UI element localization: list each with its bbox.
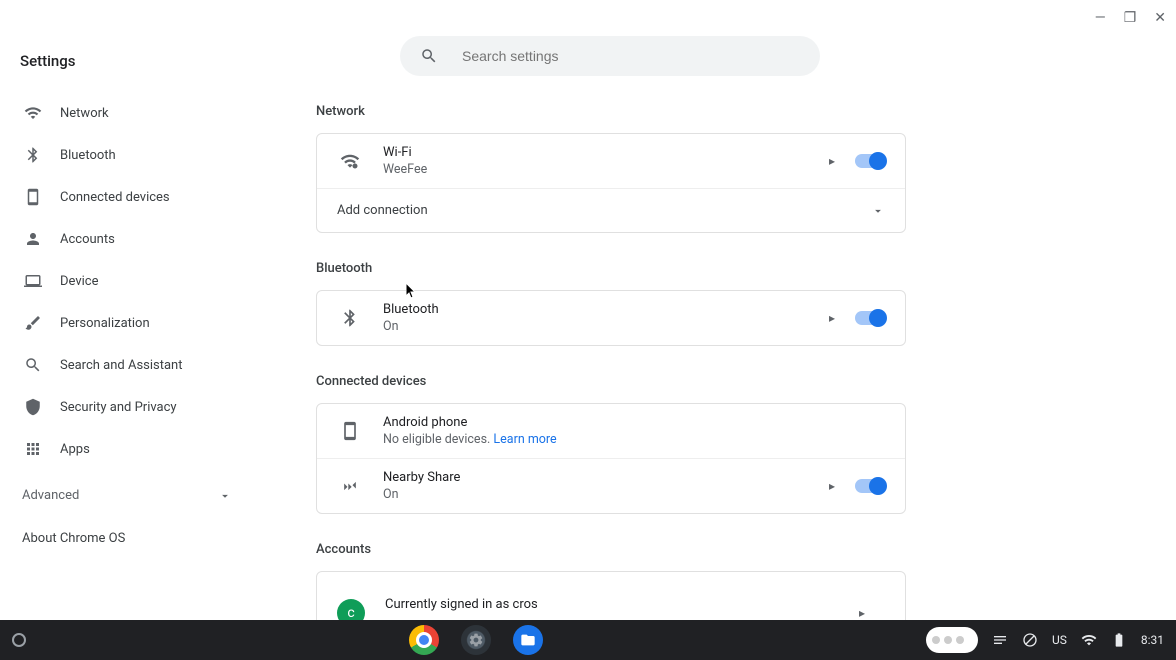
laptop-icon — [24, 272, 42, 290]
battery-icon — [1111, 632, 1127, 648]
window-controls: — ❐ ✕ — [1095, 10, 1166, 26]
android-label: Android phone — [383, 415, 885, 430]
add-connection-label: Add connection — [337, 203, 428, 218]
sidebar-item-apps[interactable]: Apps — [18, 428, 242, 470]
sidebar-item-personalization[interactable]: Personalization — [18, 302, 242, 344]
chevron-right-icon: ▸ — [829, 154, 835, 168]
wifi-label: Wi-Fi — [383, 145, 809, 160]
wifi-toggle[interactable] — [855, 154, 885, 168]
bluetooth-icon — [337, 308, 363, 328]
page-title: Settings — [18, 40, 242, 92]
connected-card: Android phone No eligible devices. Learn… — [316, 403, 906, 514]
sidebar-item-search-assistant[interactable]: Search and Assistant — [18, 344, 242, 386]
android-phone-row[interactable]: Android phone No eligible devices. Learn… — [317, 404, 905, 458]
clock: 8:31 — [1141, 633, 1164, 647]
sidebar-item-security-privacy[interactable]: Security and Privacy — [18, 386, 242, 428]
apps-icon — [24, 440, 42, 458]
launcher-icon[interactable] — [12, 633, 26, 647]
bluetooth-card: Bluetooth On ▸ — [316, 290, 906, 346]
nearby-label: Nearby Share — [383, 470, 809, 485]
maximize-icon[interactable]: ❐ — [1124, 10, 1137, 26]
nav-label: Search and Assistant — [60, 358, 183, 373]
files-app-icon[interactable] — [513, 625, 543, 655]
bluetooth-icon — [24, 146, 42, 164]
phone-icon — [337, 421, 363, 441]
sidebar-item-bluetooth[interactable]: Bluetooth — [18, 134, 242, 176]
sidebar-item-accounts[interactable]: Accounts — [18, 218, 242, 260]
search-bar[interactable] — [400, 36, 820, 76]
bluetooth-label: Bluetooth — [383, 302, 809, 317]
current-account-label: Currently signed in as cros — [385, 597, 839, 612]
nav-label: Device — [60, 274, 99, 289]
chevron-right-icon: ▸ — [859, 606, 865, 620]
nav-label: Connected devices — [60, 190, 170, 205]
wifi-row[interactable]: Wi-Fi WeeFee ▸ — [317, 134, 905, 188]
nav-label: Apps — [60, 442, 90, 457]
brush-icon — [24, 314, 42, 332]
advanced-toggle[interactable]: Advanced — [18, 474, 242, 517]
advanced-label: Advanced — [22, 488, 79, 503]
about-chrome-os[interactable]: About Chrome OS — [18, 517, 242, 560]
chevron-down-icon — [871, 204, 885, 218]
music-icon[interactable] — [992, 632, 1008, 648]
wifi-status: WeeFee — [383, 162, 809, 177]
chevron-right-icon: ▸ — [829, 311, 835, 325]
status-pill[interactable] — [926, 627, 978, 653]
nav-label: Personalization — [60, 316, 150, 331]
add-connection-row[interactable]: Add connection — [317, 188, 905, 232]
bluetooth-toggle[interactable] — [855, 311, 885, 325]
phone-icon — [24, 188, 42, 206]
learn-more-link[interactable]: Learn more — [493, 432, 556, 447]
nav-label: Security and Privacy — [60, 400, 177, 415]
system-tray[interactable]: US 8:31 — [926, 627, 1164, 653]
bluetooth-row[interactable]: Bluetooth On ▸ — [317, 291, 905, 345]
wifi-tray-icon — [1081, 632, 1097, 648]
nearby-toggle[interactable] — [855, 479, 885, 493]
accounts-card: c Currently signed in as cros ▸ — [316, 571, 906, 627]
chrome-app-icon[interactable] — [409, 625, 439, 655]
shelf: US 8:31 — [0, 620, 1176, 660]
section-title-accounts: Accounts — [316, 542, 906, 557]
dnd-icon[interactable] — [1022, 632, 1038, 648]
nearby-share-row[interactable]: Nearby Share On ▸ — [317, 458, 905, 513]
search-input[interactable] — [462, 48, 800, 64]
nav-label: Network — [60, 106, 109, 121]
person-icon — [24, 230, 42, 248]
android-status: No eligible devices. — [383, 432, 490, 447]
chevron-down-icon — [218, 489, 232, 503]
chevron-right-icon: ▸ — [829, 479, 835, 493]
section-title-bluetooth: Bluetooth — [316, 261, 906, 276]
sidebar: Settings Network Bluetooth Connected dev… — [0, 40, 260, 560]
current-account-row[interactable]: c Currently signed in as cros ▸ — [317, 572, 905, 626]
nav-label: Accounts — [60, 232, 115, 247]
ime-indicator[interactable]: US — [1052, 633, 1067, 647]
close-icon[interactable]: ✕ — [1154, 10, 1166, 26]
bluetooth-status: On — [383, 319, 809, 334]
about-label: About Chrome OS — [22, 531, 125, 546]
wifi-icon — [24, 104, 42, 122]
nearby-share-icon — [337, 476, 363, 496]
shield-icon — [24, 398, 42, 416]
nav-label: Bluetooth — [60, 148, 116, 163]
search-icon — [24, 356, 42, 374]
sidebar-item-device[interactable]: Device — [18, 260, 242, 302]
network-card: Wi-Fi WeeFee ▸ Add connection — [316, 133, 906, 233]
search-icon — [420, 47, 438, 65]
sidebar-item-network[interactable]: Network — [18, 92, 242, 134]
wifi-lock-icon — [337, 151, 363, 171]
settings-app-icon[interactable] — [461, 625, 491, 655]
nearby-status: On — [383, 487, 809, 502]
main-content: Network Wi-Fi WeeFee ▸ Add connection Bl… — [300, 36, 1146, 655]
sidebar-item-connected-devices[interactable]: Connected devices — [18, 176, 242, 218]
minimize-icon[interactable]: — — [1095, 10, 1106, 26]
section-title-connected: Connected devices — [316, 374, 906, 389]
section-title-network: Network — [316, 104, 906, 119]
